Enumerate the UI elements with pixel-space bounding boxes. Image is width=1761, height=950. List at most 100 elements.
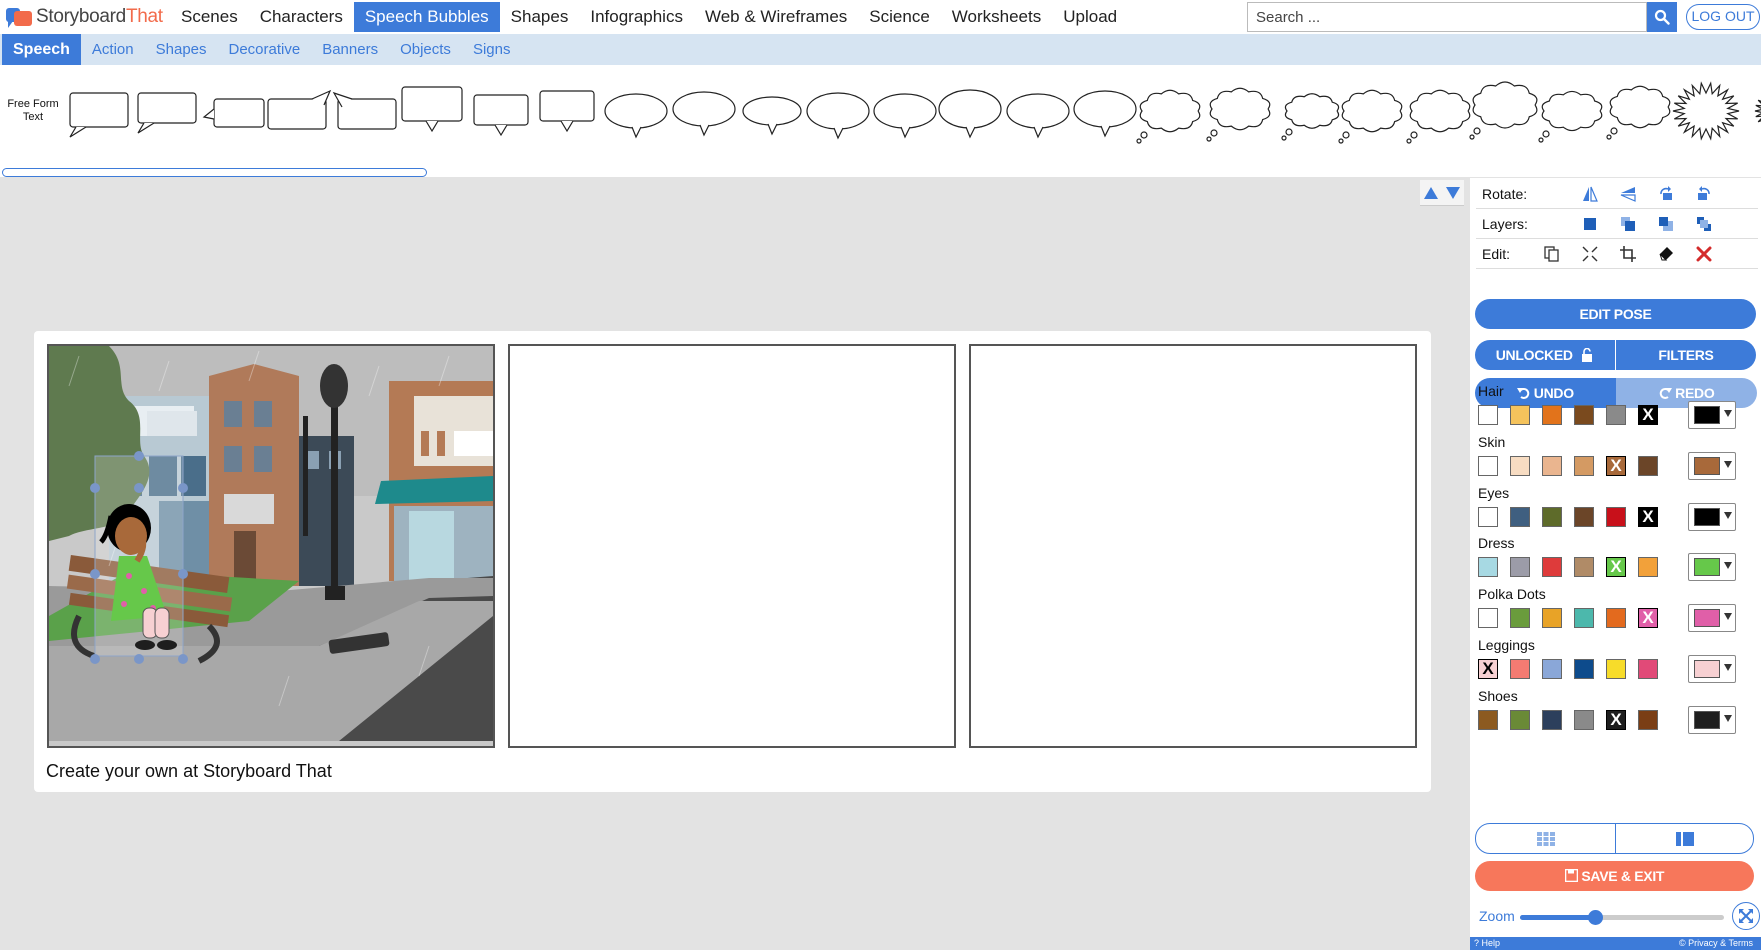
shoes-swatch[interactable] — [1510, 709, 1530, 730]
speech-bubble-thumbnail[interactable] — [1006, 93, 1070, 129]
zoom-slider[interactable] — [1520, 910, 1724, 925]
speech-bubble-thumbnail[interactable] — [1472, 81, 1538, 129]
speech-bubble-thumbnail[interactable] — [1281, 135, 1287, 141]
storyboard-cell-2[interactable] — [508, 344, 956, 748]
speech-bubble-thumbnail[interactable] — [401, 86, 463, 122]
speech-bubble-thumbnail[interactable] — [1409, 89, 1471, 133]
leggings-swatch[interactable]: X — [1478, 659, 1498, 679]
speech-bubble-thumbnail[interactable] — [1342, 131, 1350, 139]
zoom-slider-handle[interactable] — [1588, 910, 1604, 925]
speech-bubble-thumbnail[interactable] — [699, 124, 710, 137]
speech-bubble-thumbnail[interactable] — [1606, 134, 1612, 140]
leggings-color-picker[interactable] — [1688, 655, 1736, 683]
speech-bubble-thumbnail[interactable] — [1754, 91, 1761, 131]
nav-item-scenes[interactable]: Scenes — [170, 0, 249, 34]
subnav-item-shapes[interactable]: Shapes — [145, 34, 218, 65]
speech-bubble-thumbnail[interactable] — [1341, 89, 1403, 133]
nav-item-shapes[interactable]: Shapes — [500, 0, 580, 34]
speech-bubble-thumbnail[interactable] — [1672, 81, 1740, 141]
eraser-icon[interactable] — [1647, 242, 1685, 266]
eyes-color-picker[interactable] — [1688, 502, 1736, 531]
speech-bubble-thumbnail[interactable] — [873, 93, 937, 129]
flip-vertical-icon[interactable] — [1609, 182, 1647, 206]
shoes-color-picker[interactable] — [1688, 705, 1736, 734]
eyes-swatch[interactable] — [1510, 506, 1530, 527]
save-exit-button[interactable]: SAVE & EXIT — [1475, 861, 1754, 891]
skin-swatch[interactable] — [1638, 455, 1658, 476]
fit-to-screen-button[interactable] — [1732, 902, 1760, 930]
speech-bubble-thumbnail[interactable] — [1033, 126, 1044, 139]
hair-swatch[interactable] — [1542, 405, 1562, 425]
speech-bubble-thumbnail[interactable] — [1538, 137, 1544, 143]
eyes-swatch[interactable] — [1606, 506, 1626, 527]
hair-swatch[interactable] — [1510, 405, 1530, 425]
skin-color-picker[interactable] — [1688, 451, 1736, 480]
speech-bubble-thumbnail[interactable] — [806, 92, 870, 130]
eyes-swatch[interactable] — [1542, 506, 1562, 527]
subnav-item-signs[interactable]: Signs — [462, 34, 522, 65]
leggings-swatch[interactable] — [1638, 659, 1658, 679]
dress-swatch[interactable]: X — [1606, 557, 1626, 578]
speech-bubble-thumbnail[interactable] — [1209, 87, 1271, 131]
polka-dots-swatch[interactable] — [1478, 608, 1498, 629]
polka-dots-swatch[interactable] — [1542, 608, 1562, 629]
polka-dots-swatch[interactable] — [1606, 608, 1626, 629]
filters-button[interactable]: FILTERS — [1615, 340, 1756, 370]
speech-bubble-thumbnail[interactable] — [473, 94, 529, 126]
logout-button[interactable]: LOG OUT — [1686, 4, 1760, 30]
skin-swatch[interactable] — [1478, 455, 1498, 476]
shoes-swatch[interactable] — [1638, 709, 1658, 730]
storyboardthat-logo[interactable]: Storyboard That — [0, 0, 170, 34]
copy-icon[interactable] — [1533, 242, 1571, 266]
edit-pose-button[interactable]: EDIT POSE — [1475, 299, 1756, 329]
speech-bubble-thumbnail[interactable] — [1469, 134, 1475, 140]
speech-bubble-thumbnail[interactable] — [1210, 129, 1218, 137]
speech-bubble-thumbnail[interactable] — [1406, 138, 1412, 144]
skin-swatch[interactable] — [1510, 455, 1530, 476]
speech-bubble-thumbnail[interactable] — [900, 126, 911, 139]
arrow-down-icon[interactable] — [1446, 186, 1460, 199]
speech-bubble-thumbnail[interactable] — [1206, 136, 1212, 142]
speech-bubble-thumbnail[interactable] — [1542, 130, 1550, 138]
speech-bubble-thumbnail[interactable] — [672, 91, 736, 127]
speech-bubble-thumbnail[interactable] — [267, 98, 327, 130]
speech-bubble-thumbnail[interactable] — [1410, 131, 1418, 139]
skin-swatch[interactable] — [1542, 455, 1562, 476]
help-link[interactable]: ? Help — [1474, 937, 1500, 950]
speech-bubble-thumbnail[interactable] — [1541, 90, 1603, 132]
eyes-swatch[interactable] — [1478, 506, 1498, 527]
storyboard-cell-3[interactable] — [969, 344, 1417, 748]
polka-dots-color-picker[interactable] — [1688, 604, 1736, 633]
speech-bubble-thumbnail[interactable] — [337, 98, 397, 130]
privacy-terms-link[interactable]: © Privacy & Terms — [1679, 937, 1753, 950]
hair-swatch[interactable] — [1574, 405, 1594, 425]
speech-bubble-thumbnail[interactable] — [1139, 89, 1201, 133]
dress-swatch[interactable] — [1638, 557, 1658, 578]
dress-swatch[interactable] — [1574, 557, 1594, 578]
rotate-left-icon[interactable] — [1647, 182, 1685, 206]
subnav-item-speech[interactable]: Speech — [2, 34, 81, 65]
speech-bubble-thumbnail[interactable] — [69, 126, 87, 138]
storyboard-cell-1[interactable] — [47, 344, 495, 748]
dress-color-picker[interactable] — [1688, 553, 1736, 582]
dress-swatch[interactable] — [1478, 557, 1498, 578]
leggings-swatch[interactable] — [1542, 659, 1562, 679]
hair-swatch[interactable] — [1606, 405, 1626, 425]
speech-bubble-thumbnail[interactable] — [69, 92, 129, 128]
nav-item-web-wireframes[interactable]: Web & Wireframes — [694, 0, 858, 34]
rotate-right-icon[interactable] — [1685, 182, 1723, 206]
flip-horizontal-icon[interactable] — [1571, 182, 1609, 206]
speech-bubble-thumbnail[interactable] — [1136, 138, 1142, 144]
speech-bubble-thumbnail[interactable] — [1609, 85, 1671, 129]
leggings-swatch[interactable] — [1574, 659, 1594, 679]
subnav-item-banners[interactable]: Banners — [311, 34, 389, 65]
nav-item-characters[interactable]: Characters — [249, 0, 354, 34]
speech-bubble-thumbnail[interactable] — [539, 90, 595, 122]
speech-bubble-thumbnail[interactable] — [137, 122, 155, 134]
nav-item-upload[interactable]: Upload — [1052, 0, 1128, 34]
resize-icon[interactable] — [1571, 242, 1609, 266]
eyes-swatch[interactable]: X — [1638, 506, 1658, 527]
speech-bubble-thumbnail[interactable] — [137, 92, 197, 124]
speech-bubble-thumbnail[interactable] — [1073, 90, 1137, 128]
crop-icon[interactable] — [1609, 242, 1647, 266]
